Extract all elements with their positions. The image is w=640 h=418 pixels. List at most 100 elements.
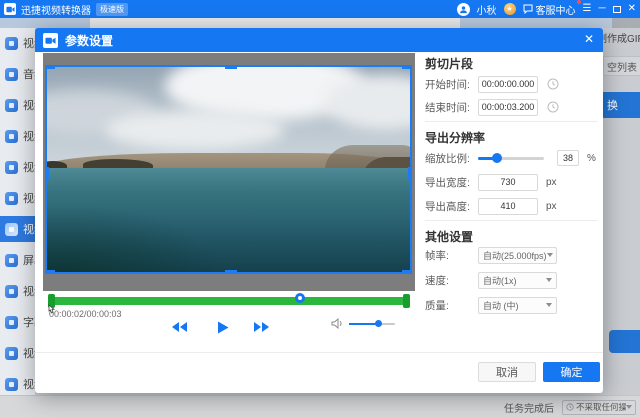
- crop-handle[interactable]: [225, 270, 237, 274]
- sidebar-item-7-selected[interactable]: 视频: [0, 216, 35, 242]
- sidebar-item-5[interactable]: 视频: [0, 156, 35, 178]
- dialog-title: 参数设置: [65, 32, 113, 49]
- crop-handle[interactable]: [402, 270, 412, 274]
- speed-select[interactable]: 自动(1x): [478, 272, 557, 289]
- dialog-close-icon[interactable]: ✕: [584, 32, 594, 46]
- sidebar-icon: [5, 378, 18, 391]
- minimize-button[interactable]: ─: [599, 0, 606, 18]
- task-after-select[interactable]: 不采取任何操作: [562, 400, 636, 415]
- volume-slider[interactable]: [349, 323, 395, 325]
- sidebar-item-8[interactable]: 屏幕: [0, 249, 35, 271]
- add-file-button[interactable]: [609, 330, 640, 353]
- sidebar-item-1[interactable]: 视频: [0, 32, 35, 54]
- mouse-cursor: [45, 304, 58, 324]
- crop-handle[interactable]: [408, 167, 412, 179]
- framerate-row: 帧率: 自动(25.000fps): [425, 246, 600, 264]
- end-time-row: 结束时间:: [425, 98, 600, 116]
- menu-icon[interactable]: ☰: [583, 0, 592, 18]
- sidebar-item-3[interactable]: 视频: [0, 94, 35, 116]
- user-avatar[interactable]: [457, 3, 470, 16]
- sidebar-item-6[interactable]: 视频: [0, 187, 35, 209]
- service-center-link[interactable]: 客服中心: [523, 2, 576, 17]
- sidebar-item-2[interactable]: 音频: [0, 63, 35, 85]
- clear-list-button[interactable]: 空列表: [603, 56, 640, 76]
- sidebar-item-11[interactable]: 视频: [0, 342, 35, 364]
- start-time-row: 开始时间:: [425, 75, 600, 93]
- chevron-down-icon: [547, 253, 553, 257]
- clock-icon: [566, 403, 574, 411]
- sidebar-icon: [5, 192, 18, 205]
- sidebar-icon: [5, 130, 18, 143]
- play-button[interactable]: [211, 318, 235, 336]
- volume-thumb[interactable]: [375, 320, 382, 327]
- crop-handle[interactable]: [45, 167, 49, 179]
- notification-dot: [577, 0, 581, 4]
- sidebar-icon: [5, 347, 18, 360]
- bottom-bar: 任务完成后 不采取任何操作: [0, 395, 640, 418]
- app-window: 迅捷视频转换器 极速版 小秋 ★ 客服中心 ☰ ─ ✕ 视频 音频 视频 视频 …: [0, 0, 640, 418]
- settings-panel: 剪切片段 开始时间: 结束时间: 导出分辨率 缩放比例:: [425, 55, 600, 345]
- settings-dialog: 参数设置 ✕: [35, 28, 603, 393]
- start-time-input[interactable]: [478, 76, 538, 93]
- export-width-input[interactable]: [478, 174, 538, 191]
- sidebar: 视频 音频 视频 视频 视频 视频 视频 屏幕 视频 字幕 视频 视频: [0, 28, 35, 395]
- video-preview[interactable]: [45, 65, 412, 274]
- rewind-button[interactable]: [167, 318, 191, 336]
- quality-row: 质量: 自动 (中): [425, 296, 600, 314]
- maximize-button[interactable]: [613, 6, 621, 13]
- export-height-input[interactable]: [478, 198, 538, 215]
- sidebar-icon: [5, 254, 18, 267]
- chevron-down-icon: [546, 303, 552, 307]
- crop-handle[interactable]: [45, 65, 55, 69]
- title-bar: 迅捷视频转换器 极速版 小秋 ★ 客服中心 ☰ ─ ✕: [0, 0, 640, 18]
- trim-range-bar[interactable]: [48, 297, 410, 305]
- scale-slider[interactable]: [478, 157, 544, 160]
- trim-end-handle[interactable]: [403, 294, 410, 308]
- quality-select[interactable]: 自动 (中): [478, 297, 557, 314]
- playhead[interactable]: [295, 293, 305, 303]
- convert-button[interactable]: 换: [600, 92, 640, 118]
- close-button[interactable]: ✕: [628, 0, 636, 18]
- export-width-row: 导出宽度: px: [425, 173, 600, 191]
- clock-icon[interactable]: [547, 78, 559, 90]
- end-time-input[interactable]: [478, 99, 538, 116]
- app-logo-icon: [4, 3, 16, 15]
- crop-selection[interactable]: [45, 65, 412, 274]
- speaker-icon: [331, 318, 344, 329]
- sidebar-icon: [5, 285, 18, 298]
- sidebar-item-4[interactable]: 视频: [0, 125, 35, 147]
- tab-make-gif[interactable]: 制作成GIF: [597, 30, 640, 45]
- sidebar-item-12[interactable]: 视频: [0, 373, 35, 395]
- scale-value-input[interactable]: [557, 150, 579, 166]
- vip-badge-icon[interactable]: ★: [504, 3, 516, 15]
- clock-icon[interactable]: [547, 101, 559, 113]
- cancel-button[interactable]: 取消: [478, 362, 536, 382]
- confirm-button[interactable]: 确定: [543, 362, 600, 382]
- volume-control[interactable]: [331, 318, 395, 329]
- fast-forward-button[interactable]: [249, 318, 273, 336]
- speed-row: 速度: 自动(1x): [425, 271, 600, 289]
- divider: [425, 220, 598, 221]
- divider: [425, 121, 598, 122]
- export-height-row: 导出高度: px: [425, 197, 600, 215]
- crop-handle[interactable]: [45, 270, 55, 274]
- background-toolbar-strip: [0, 18, 640, 28]
- chevron-down-icon: [546, 278, 552, 282]
- crop-handle[interactable]: [402, 65, 412, 69]
- sidebar-icon: [5, 37, 18, 50]
- sidebar-item-10[interactable]: 字幕: [0, 311, 35, 333]
- sidebar-item-9[interactable]: 视频: [0, 280, 35, 302]
- section-title-resolution: 导出分辨率: [425, 129, 485, 146]
- sidebar-icon: [5, 99, 18, 112]
- scale-slider-thumb[interactable]: [492, 153, 502, 163]
- trim-slider[interactable]: [48, 294, 410, 308]
- crop-handle[interactable]: [225, 65, 237, 69]
- app-title: 迅捷视频转换器: [21, 2, 91, 17]
- sidebar-icon: [5, 68, 18, 81]
- framerate-select[interactable]: 自动(25.000fps): [478, 247, 557, 264]
- task-after-label: 任务完成后: [504, 400, 554, 415]
- section-title-trim: 剪切片段: [425, 55, 473, 72]
- username[interactable]: 小秋: [477, 2, 497, 17]
- sidebar-icon: [5, 161, 18, 174]
- sidebar-icon: [5, 223, 18, 236]
